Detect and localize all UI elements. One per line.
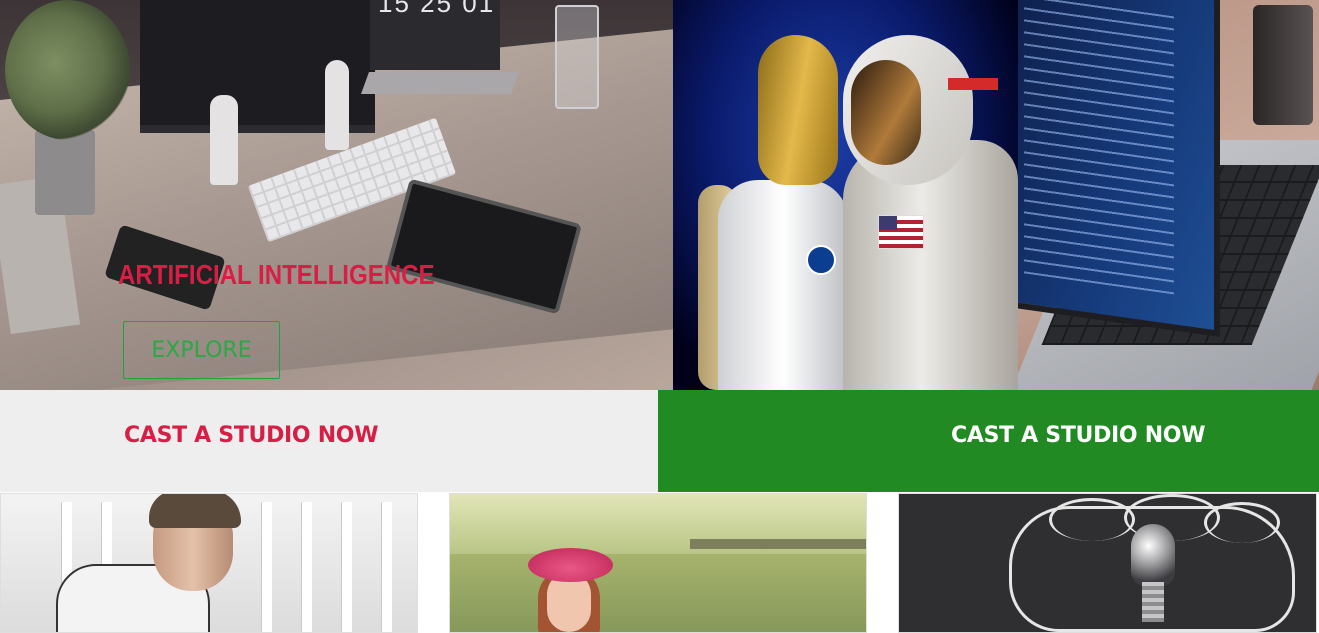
lightbulb-chalk-cloud-photo[interactable] <box>898 493 1317 633</box>
cta-panel-right: CAST A STUDIO NOW <box>658 390 1319 492</box>
desk-workspace-photo: 15 25 01 <box>0 0 673 390</box>
hero-banner: 15 25 01 ARTIFICIAL INTELLIGENCE EXPLORE <box>0 0 1319 390</box>
laptop-code-photo <box>1018 0 1319 390</box>
cast-studio-link-left[interactable]: CAST A STUDIO NOW <box>124 423 378 448</box>
young-man-photo[interactable] <box>0 493 418 633</box>
us-flag-icon <box>878 215 924 249</box>
clock-display: 15 25 01 <box>378 0 496 18</box>
robot-and-astronaut-photo <box>673 0 1018 390</box>
cast-studio-link-right[interactable]: CAST A STUDIO NOW <box>951 423 1205 448</box>
nasa-logo-icon <box>806 245 836 275</box>
girl-in-pink-hat-photo[interactable] <box>449 493 867 633</box>
lightbulb-icon <box>1131 524 1175 586</box>
cta-panel-left: CAST A STUDIO NOW <box>0 390 658 492</box>
hero-title: ARTIFICIAL INTELLIGENCE <box>118 259 435 290</box>
explore-button[interactable]: EXPLORE <box>123 321 280 379</box>
